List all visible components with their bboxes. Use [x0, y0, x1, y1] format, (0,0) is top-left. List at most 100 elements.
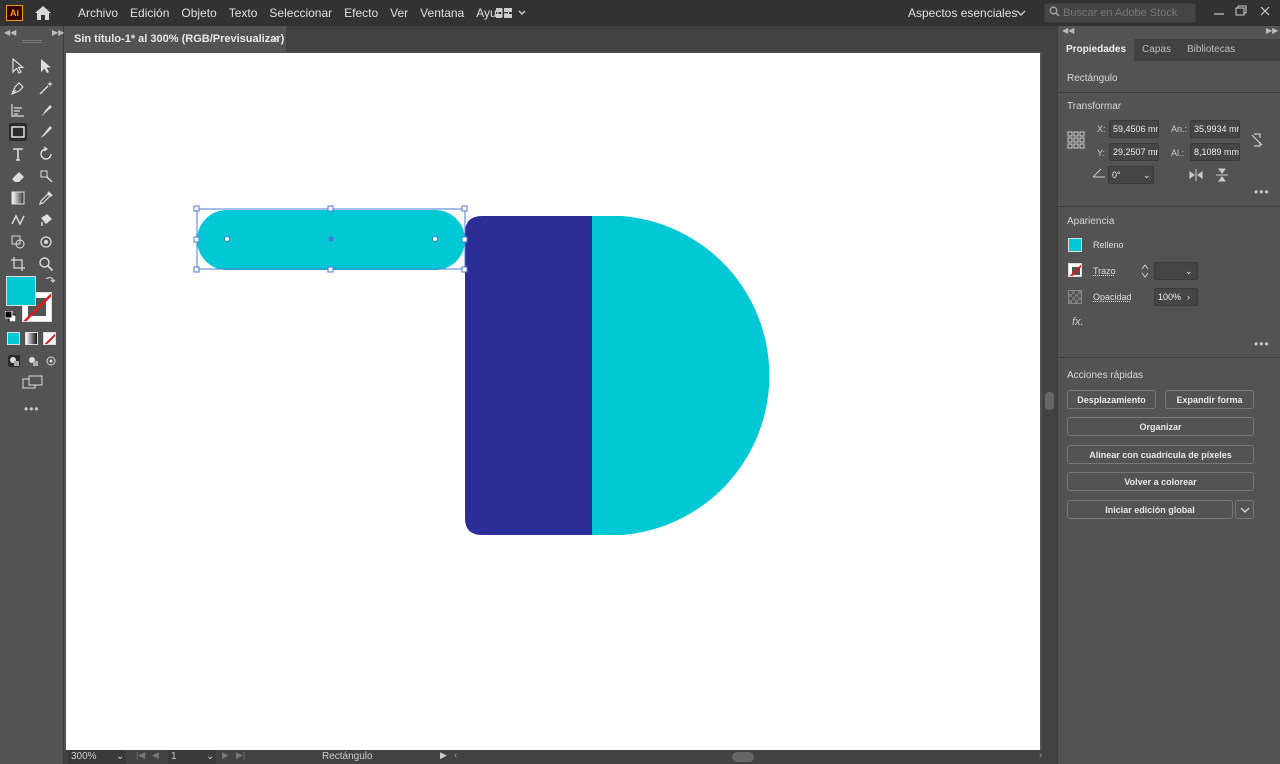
- arrange-button[interactable]: Organizar: [1067, 417, 1254, 436]
- opacity-label[interactable]: Opacidad: [1093, 292, 1132, 302]
- gradient-tool-icon[interactable]: [9, 189, 27, 207]
- default-colors-icon[interactable]: [4, 310, 17, 325]
- eraser-tool-icon[interactable]: [9, 167, 27, 185]
- eyedropper-icon[interactable]: [37, 189, 55, 207]
- vertical-scrollbar[interactable]: [1042, 52, 1057, 750]
- scroll-right-icon[interactable]: ›: [1039, 750, 1042, 761]
- close-tab-icon[interactable]: ×: [272, 33, 278, 45]
- horizontal-scroll-thumb[interactable]: [732, 752, 754, 762]
- last-artboard-icon[interactable]: ▶|: [236, 750, 245, 761]
- opacity-value: 100%: [1158, 292, 1182, 302]
- tab-layers[interactable]: Capas: [1134, 39, 1179, 61]
- scroll-left-icon[interactable]: ‹: [454, 750, 457, 761]
- flip-horizontal-icon[interactable]: [1189, 169, 1203, 184]
- rectangle-tool-icon[interactable]: [9, 123, 27, 141]
- menu-texto[interactable]: Texto: [223, 0, 264, 26]
- x-field[interactable]: 59,4506 mm: [1109, 120, 1159, 138]
- rotate-tool-icon[interactable]: [37, 145, 55, 163]
- collapse-panel-icon[interactable]: ◀◀: [1062, 26, 1074, 35]
- zoom-tool-icon[interactable]: [37, 255, 55, 273]
- status-bar: 300% ⌄ |◀ ◀ 1 ⌄ ▶ ▶| Rectángulo ▶ ‹ ›: [64, 750, 1057, 764]
- next-artboard-icon[interactable]: ▶: [222, 750, 229, 761]
- artboard[interactable]: [66, 53, 1040, 750]
- pen-tool-icon[interactable]: [9, 79, 27, 97]
- draw-behind-icon[interactable]: [24, 352, 42, 370]
- stroke-stepper-icon[interactable]: [1140, 263, 1150, 282]
- menu-objeto[interactable]: Objeto: [175, 0, 222, 26]
- start-global-edit-button[interactable]: Iniciar edición global: [1067, 500, 1233, 519]
- recolor-button[interactable]: Volver a colorear: [1067, 472, 1254, 491]
- search-input[interactable]: [1063, 7, 1188, 19]
- status-menu-icon[interactable]: ▶: [440, 750, 447, 761]
- canvas-area[interactable]: [64, 52, 1042, 750]
- paintbrush-tool-icon[interactable]: [37, 123, 55, 141]
- artboard-tool-icon[interactable]: [9, 255, 27, 273]
- tab-properties[interactable]: Propiedades: [1058, 39, 1135, 61]
- align-to-pixel-grid-button[interactable]: Alinear con cuadrícula de píxeles: [1067, 445, 1254, 464]
- selection-tool-icon[interactable]: [9, 57, 27, 75]
- gradient-mode-icon[interactable]: [25, 332, 38, 345]
- none-mode-icon[interactable]: [43, 332, 56, 345]
- draw-inside-icon[interactable]: [42, 352, 60, 370]
- menu-archivo[interactable]: Archivo: [72, 0, 124, 26]
- opacity-field[interactable]: 100% ›: [1154, 288, 1198, 306]
- stroke-color-swatch[interactable]: [1068, 263, 1082, 277]
- reference-point-icon[interactable]: [1067, 131, 1085, 152]
- fill-color-swatch[interactable]: [1068, 238, 1082, 252]
- expand-shape-button[interactable]: Expandir forma: [1165, 390, 1254, 409]
- blend-tool-icon[interactable]: [9, 211, 27, 229]
- menu-ver[interactable]: Ver: [384, 0, 414, 26]
- workspace-switcher[interactable]: Aspectos esenciales: [908, 0, 1034, 26]
- prev-artboard-icon[interactable]: ◀: [152, 750, 159, 761]
- more-transform-options-icon[interactable]: •••: [1254, 185, 1270, 199]
- vertical-scroll-thumb[interactable]: [1045, 392, 1054, 410]
- collapse-left-icon[interactable]: ◀◀: [4, 28, 16, 37]
- free-transform-icon[interactable]: [37, 167, 55, 185]
- collapse-right-icon[interactable]: ▶▶: [52, 28, 64, 37]
- artboard-number-select[interactable]: 1 ⌄: [168, 750, 216, 764]
- magic-wand-icon[interactable]: [37, 79, 55, 97]
- global-edit-options-button[interactable]: [1235, 500, 1254, 519]
- draw-normal-icon[interactable]: [5, 352, 23, 370]
- menu-edicion[interactable]: Edición: [124, 0, 175, 26]
- height-field[interactable]: 8,1089 mm: [1190, 143, 1240, 161]
- quick-actions-title: Acciones rápidas: [1067, 370, 1144, 381]
- more-tools-icon[interactable]: •••: [24, 402, 40, 416]
- tab-libraries[interactable]: Bibliotecas: [1179, 39, 1243, 61]
- stroke-label[interactable]: Trazo: [1093, 266, 1116, 276]
- direct-selection-tool-icon[interactable]: [37, 57, 55, 75]
- y-field[interactable]: 29,2507 mm: [1109, 143, 1159, 161]
- fx-icon[interactable]: fx.: [1072, 316, 1084, 328]
- offset-path-button[interactable]: Desplazamiento: [1067, 390, 1156, 409]
- live-paint-icon[interactable]: [37, 211, 55, 229]
- menu-efecto[interactable]: Efecto: [338, 0, 384, 26]
- first-artboard-icon[interactable]: |◀: [136, 750, 145, 761]
- swap-fill-stroke-icon[interactable]: [44, 275, 56, 290]
- home-icon[interactable]: [34, 5, 52, 21]
- angle-field[interactable]: 0° ⌄: [1108, 166, 1154, 184]
- constrain-proportions-icon[interactable]: [1250, 132, 1264, 151]
- stock-search[interactable]: [1044, 3, 1196, 23]
- flip-vertical-icon[interactable]: [1216, 168, 1228, 185]
- menu-ventana[interactable]: Ventana: [414, 0, 470, 26]
- close-window-icon[interactable]: [1258, 4, 1272, 18]
- restore-icon[interactable]: [1234, 4, 1248, 18]
- fill-swatch[interactable]: [6, 276, 36, 306]
- minimize-icon[interactable]: [1212, 4, 1226, 18]
- stroke-weight-field[interactable]: ⌄: [1154, 262, 1198, 280]
- curvature-tool-icon[interactable]: [9, 101, 27, 119]
- screen-mode-icon[interactable]: [22, 373, 44, 391]
- menu-seleccionar[interactable]: Seleccionar: [263, 0, 338, 26]
- color-mode-icon[interactable]: [7, 332, 20, 345]
- document-tab[interactable]: Sin título-1* al 300% (RGB/Previsualizar…: [64, 26, 286, 52]
- more-appearance-options-icon[interactable]: •••: [1254, 337, 1270, 351]
- width-field[interactable]: 35,9934 mm: [1190, 120, 1240, 138]
- zoom-select[interactable]: 300% ⌄: [68, 750, 126, 764]
- brush-tool-icon[interactable]: [37, 101, 55, 119]
- panel-grip[interactable]: [22, 40, 42, 43]
- shape-builder-icon[interactable]: [9, 233, 27, 251]
- arrange-documents-button[interactable]: [494, 5, 530, 21]
- type-tool-icon[interactable]: [9, 145, 27, 163]
- expand-panel-icon[interactable]: ▶▶: [1266, 26, 1278, 35]
- symbol-sprayer-icon[interactable]: [37, 233, 55, 251]
